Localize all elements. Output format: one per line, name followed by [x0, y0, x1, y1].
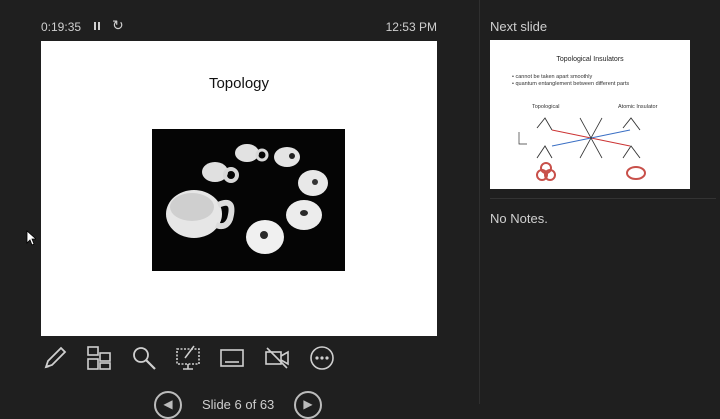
slide-title: Topology [208, 75, 270, 92]
next-slide-bullets: cannot be taken apart smoothly quantum e… [512, 74, 629, 88]
pen-icon[interactable] [41, 344, 69, 372]
slide-counter: Slide 6 of 63 [202, 397, 275, 412]
next-slide-label: Next slide [490, 19, 548, 34]
chevron-left-icon[interactable]: ◀ [154, 391, 182, 419]
chevron-right-icon[interactable]: ▶ [294, 391, 322, 419]
camera-off-icon[interactable] [263, 344, 291, 372]
pointer-screen-icon[interactable] [174, 344, 202, 372]
zoom-icon[interactable] [130, 344, 158, 372]
subtitles-icon[interactable] [218, 344, 246, 372]
topological-label: Topological [532, 104, 560, 110]
slide-navigation: ◀ Slide 6 of 63 ▶ [150, 386, 340, 419]
presenter-toolbar [41, 344, 341, 374]
clock: 12:53 PM [385, 20, 437, 34]
elapsed-timer: 0:19:35 [41, 20, 82, 34]
speaker-notes: No Notes. [490, 211, 548, 226]
atomic-insulator-label: Atomic Insulator [618, 104, 658, 110]
restart-icon[interactable]: ↻ [112, 17, 124, 34]
next-slide-thumbnail[interactable]: Topological Insulators cannot be taken a… [490, 40, 690, 189]
mouse-cursor-icon [26, 230, 38, 251]
more-icon[interactable] [308, 344, 336, 372]
presenter-topbar: 0:19:35 ↻ 12:53 PM [41, 17, 438, 36]
next-slide-bullet: quantum entanglement between different p… [512, 81, 629, 88]
next-slide-title: Topological Insulators [556, 56, 624, 63]
topology-photo [152, 129, 345, 271]
current-slide[interactable]: Topology [41, 41, 437, 336]
slides-grid-icon[interactable] [85, 344, 113, 372]
pause-icon[interactable] [93, 20, 103, 32]
next-slide-bullet: cannot be taken apart smoothly [512, 74, 629, 81]
notes-separator [490, 198, 716, 199]
pane-divider[interactable] [479, 0, 480, 404]
